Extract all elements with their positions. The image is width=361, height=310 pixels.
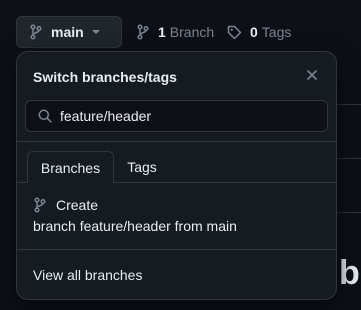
git-branch-icon — [136, 24, 150, 40]
switch-branches-dropdown: Switch branches/tags Branches Tags — [16, 51, 337, 300]
close-icon — [307, 70, 317, 80]
branches-link[interactable]: 1 Branch — [136, 16, 214, 48]
tag-count-label: Tags — [261, 24, 292, 40]
search-icon — [38, 109, 52, 123]
tab-tags[interactable]: Tags — [115, 152, 169, 182]
branch-switcher-screen: b main 1 Branch 0 Tags Switch branches/t… — [0, 0, 361, 310]
git-branch-icon — [29, 24, 43, 40]
caret-down-icon — [91, 29, 100, 35]
branch-count: 1 — [158, 24, 166, 40]
close-button[interactable] — [303, 66, 321, 84]
create-branch-heading: Create — [33, 197, 98, 213]
tags-link[interactable]: 0 Tags — [227, 16, 291, 48]
branch-count-label: Branch — [169, 24, 215, 40]
divider — [17, 249, 336, 250]
background-divider — [337, 158, 361, 159]
branch-search-field[interactable] — [25, 100, 328, 132]
background-divider — [337, 104, 361, 105]
background-divider — [337, 212, 361, 213]
tab-branches[interactable]: Branches — [27, 151, 114, 183]
active-tab-gap — [28, 182, 113, 183]
dropdown-title: Switch branches/tags — [33, 69, 177, 85]
branch-selector-button[interactable]: main — [16, 16, 122, 48]
create-label: Create — [56, 197, 99, 213]
view-all-branches-link[interactable]: View all branches — [33, 267, 142, 283]
create-branch-item[interactable]: Create branch feature/header from main — [17, 192, 336, 242]
tag-icon — [227, 25, 242, 40]
current-branch-label: main — [51, 24, 84, 40]
branch-search-input[interactable] — [60, 108, 300, 124]
background-heading-fragment: b — [339, 254, 360, 292]
divider — [17, 141, 336, 142]
tag-count: 0 — [250, 24, 258, 40]
create-branch-detail: branch feature/header from main — [33, 218, 237, 234]
git-branch-icon — [33, 197, 47, 213]
